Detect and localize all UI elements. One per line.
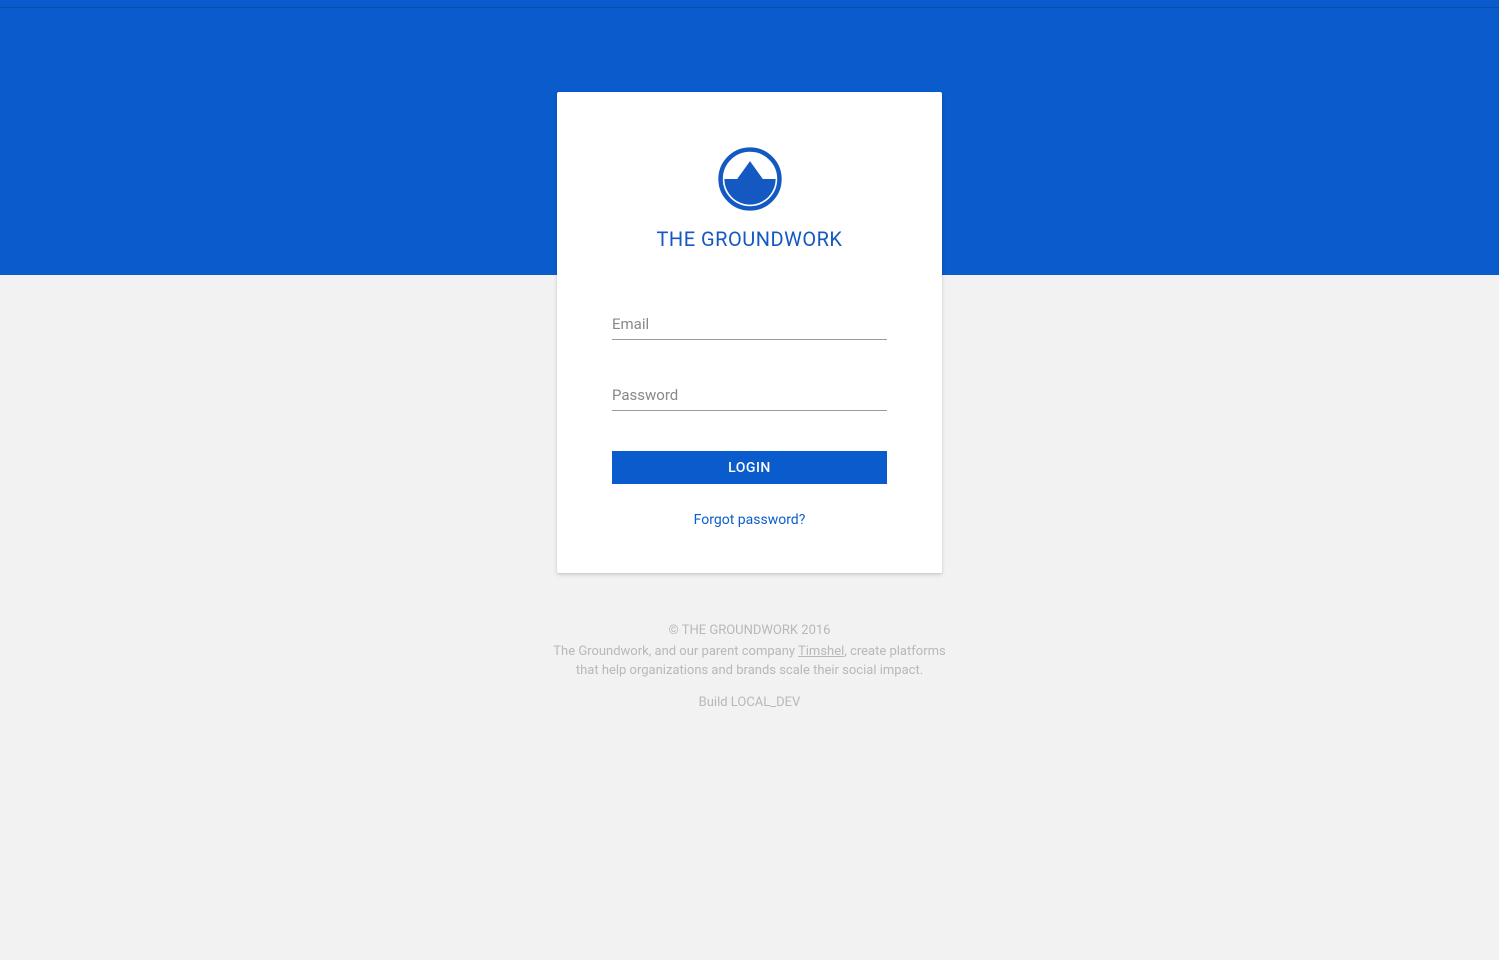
login-button[interactable]: LOGIN <box>612 451 887 484</box>
brand-title: THE GROUNDWORK <box>657 227 843 251</box>
email-field[interactable] <box>612 309 887 340</box>
footer: © THE GROUNDWORK 2016 The Groundwork, an… <box>550 621 950 712</box>
parent-company-link[interactable]: Timshel <box>798 644 844 659</box>
brand-logo-icon <box>718 147 782 211</box>
copyright-text: © THE GROUNDWORK 2016 <box>550 621 950 641</box>
tagline-text: The Groundwork, and our parent company T… <box>550 642 950 681</box>
login-card: THE GROUNDWORK LOGIN Forgot password? <box>557 92 942 573</box>
password-field[interactable] <box>612 380 887 411</box>
forgot-password-link[interactable]: Forgot password? <box>694 512 806 528</box>
build-info: Build LOCAL_DEV <box>550 693 950 713</box>
